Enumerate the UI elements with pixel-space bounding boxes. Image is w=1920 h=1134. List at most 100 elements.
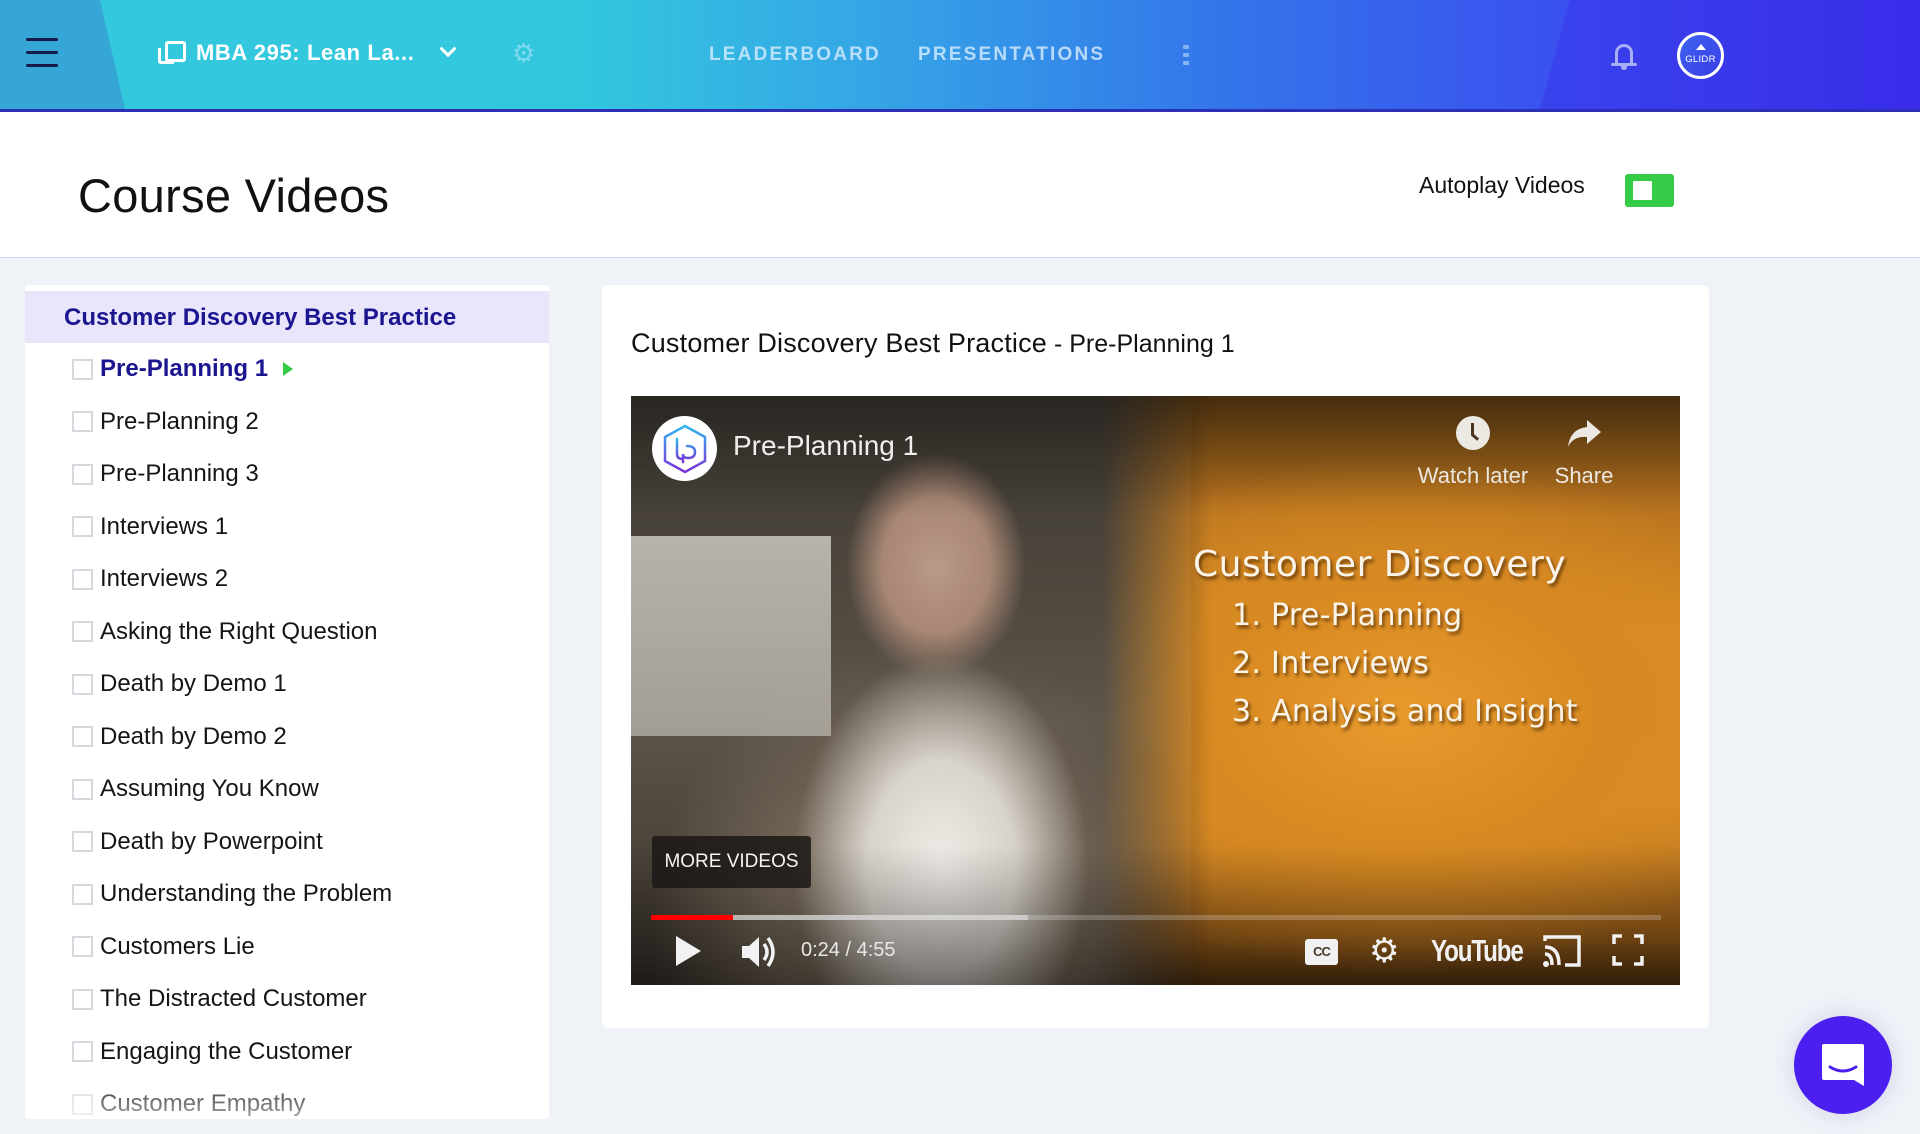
section-header[interactable]: Customer Discovery Best Practice — [25, 291, 549, 343]
video-item-label: Engaging the Customer — [100, 1037, 353, 1065]
share-button[interactable]: Share — [1543, 416, 1625, 489]
time-display: 0:24 / 4:55 — [801, 939, 896, 961]
video-item-label: Customers Lie — [100, 932, 255, 960]
video-list-sidebar: Customer Discovery Best Practice Pre-Pla… — [25, 285, 549, 1119]
user-avatar-button[interactable]: GLIDR — [1677, 32, 1724, 79]
hamburger-icon-line — [26, 64, 58, 67]
video-item-label: The Distracted Customer — [100, 985, 367, 1013]
slide-bullet: 3. Analysis and Insight — [1232, 694, 1578, 729]
page-header: Course Videos Autoplay Videos — [0, 112, 1920, 258]
played-bar — [651, 915, 733, 920]
bell-icon — [1615, 44, 1633, 64]
watched-checkbox[interactable] — [72, 726, 93, 748]
chevron-down-icon — [439, 40, 457, 58]
channel-logo-icon — [663, 424, 707, 474]
kebab-icon-dot — [1183, 61, 1189, 65]
gear-icon: ⚙ — [512, 38, 536, 68]
video-list-item[interactable]: Death by Powerpoint — [25, 816, 549, 869]
watched-checkbox[interactable] — [72, 936, 93, 958]
watched-checkbox[interactable] — [72, 831, 93, 853]
course-settings-button[interactable]: ⚙ — [512, 38, 535, 68]
video-list-item[interactable]: Engaging the Customer — [25, 1026, 549, 1079]
captions-button[interactable]: CC — [1305, 939, 1338, 965]
video-list-item-active[interactable]: Pre-Planning 1 — [25, 343, 549, 396]
slide-content: Customer Discovery 1. Pre-Planning 2. In… — [1193, 544, 1578, 729]
avatar-label: GLIDR — [1685, 54, 1716, 65]
watched-checkbox[interactable] — [72, 673, 93, 695]
chat-launcher-button[interactable] — [1794, 1016, 1892, 1114]
clock-icon — [1456, 416, 1490, 450]
watched-checkbox[interactable] — [72, 1041, 93, 1063]
watched-checkbox[interactable] — [72, 463, 93, 485]
video-list-item[interactable]: Pre-Planning 3 — [25, 448, 549, 501]
notifications-button[interactable] — [1610, 42, 1640, 72]
section-title: Customer Discovery Best Practice — [64, 304, 457, 331]
course-selector[interactable]: MBA 295: Lean La... — [158, 36, 457, 70]
watch-later-button[interactable]: Watch later — [1413, 416, 1533, 489]
play-icon[interactable] — [676, 936, 701, 966]
bell-icon-clapper — [1621, 66, 1627, 70]
youtube-logo[interactable]: YouTube — [1431, 933, 1524, 969]
video-list-item[interactable]: Interviews 2 — [25, 553, 549, 606]
more-videos-button[interactable]: MORE VIDEOS — [652, 836, 811, 888]
video-list-item[interactable]: Customer Empathy — [25, 1078, 549, 1119]
video-item-label: Interviews 2 — [100, 565, 229, 593]
video-item-label: Death by Demo 2 — [100, 722, 287, 750]
share-arrow-icon — [1568, 420, 1601, 447]
video-item-label: Understanding the Problem — [100, 880, 393, 908]
kebab-icon-dot — [1183, 53, 1189, 57]
autoplay-toggle[interactable] — [1625, 174, 1674, 207]
slide-bullet: 1. Pre-Planning — [1232, 598, 1463, 633]
watched-checkbox[interactable] — [72, 568, 93, 590]
video-item-label: Death by Demo 1 — [100, 670, 287, 698]
page-title: Course Videos — [78, 169, 390, 222]
video-list-item[interactable]: Understanding the Problem — [25, 868, 549, 921]
hamburger-menu-button[interactable] — [26, 38, 58, 68]
more-options-button[interactable] — [1183, 45, 1189, 69]
video-frame-background — [631, 536, 831, 736]
watch-later-label: Watch later — [1417, 463, 1529, 488]
video-item-label: Customer Empathy — [100, 1090, 306, 1118]
video-list-item[interactable]: Asking the Right Question — [25, 606, 549, 659]
channel-avatar[interactable] — [652, 416, 717, 481]
fullscreen-icon[interactable] — [1612, 934, 1644, 966]
video-list-item[interactable]: Death by Demo 2 — [25, 711, 549, 764]
video-player[interactable]: Pre-Planning 1 Watch later Share Custome… — [631, 396, 1680, 985]
video-list-item[interactable]: Assuming You Know — [25, 763, 549, 816]
watched-checkbox[interactable] — [72, 358, 93, 380]
volume-icon[interactable] — [740, 934, 778, 970]
watched-checkbox[interactable] — [72, 1093, 93, 1115]
watched-checkbox[interactable] — [72, 516, 93, 538]
video-list: Pre-Planning 1 Pre-Planning 2 Pre-Planni… — [25, 343, 549, 1119]
menu-panel — [0, 0, 125, 109]
video-item-label: Asking the Right Question — [100, 617, 378, 645]
hamburger-icon — [26, 38, 58, 41]
video-heading: Customer Discovery Best Practice - Pre-P… — [631, 328, 1235, 359]
watched-checkbox[interactable] — [72, 411, 93, 433]
progress-bar[interactable] — [651, 915, 1661, 920]
video-list-item[interactable]: Customers Lie — [25, 921, 549, 974]
video-heading-title: Pre-Planning 1 — [1069, 330, 1235, 358]
watched-checkbox[interactable] — [72, 988, 93, 1010]
slide-bullet: 2. Interviews — [1232, 646, 1430, 681]
toggle-knob — [1633, 181, 1652, 200]
slide-heading: Customer Discovery — [1193, 544, 1567, 585]
video-list-item[interactable]: Interviews 1 — [25, 501, 549, 554]
player-video-title[interactable]: Pre-Planning 1 — [733, 430, 918, 462]
watched-checkbox[interactable] — [72, 883, 93, 905]
nav-leaderboard[interactable]: LEADERBOARD — [709, 44, 881, 66]
video-item-label: Assuming You Know — [100, 775, 319, 803]
watched-checkbox[interactable] — [72, 621, 93, 643]
video-list-item[interactable]: Pre-Planning 2 — [25, 396, 549, 449]
watched-checkbox[interactable] — [72, 778, 93, 800]
video-list-item[interactable]: The Distracted Customer — [25, 973, 549, 1026]
kebab-icon — [1183, 45, 1189, 49]
header-decoration — [1540, 0, 1920, 109]
nav-presentations[interactable]: PRESENTATIONS — [918, 44, 1105, 66]
now-playing-icon — [283, 362, 294, 377]
course-name: MBA 295: Lean La... — [196, 40, 415, 65]
video-list-item[interactable]: Death by Demo 1 — [25, 658, 549, 711]
cast-icon[interactable] — [1541, 933, 1583, 969]
player-settings-button[interactable]: ⚙ — [1369, 933, 1399, 969]
video-item-label: Pre-Planning 2 — [100, 407, 259, 435]
